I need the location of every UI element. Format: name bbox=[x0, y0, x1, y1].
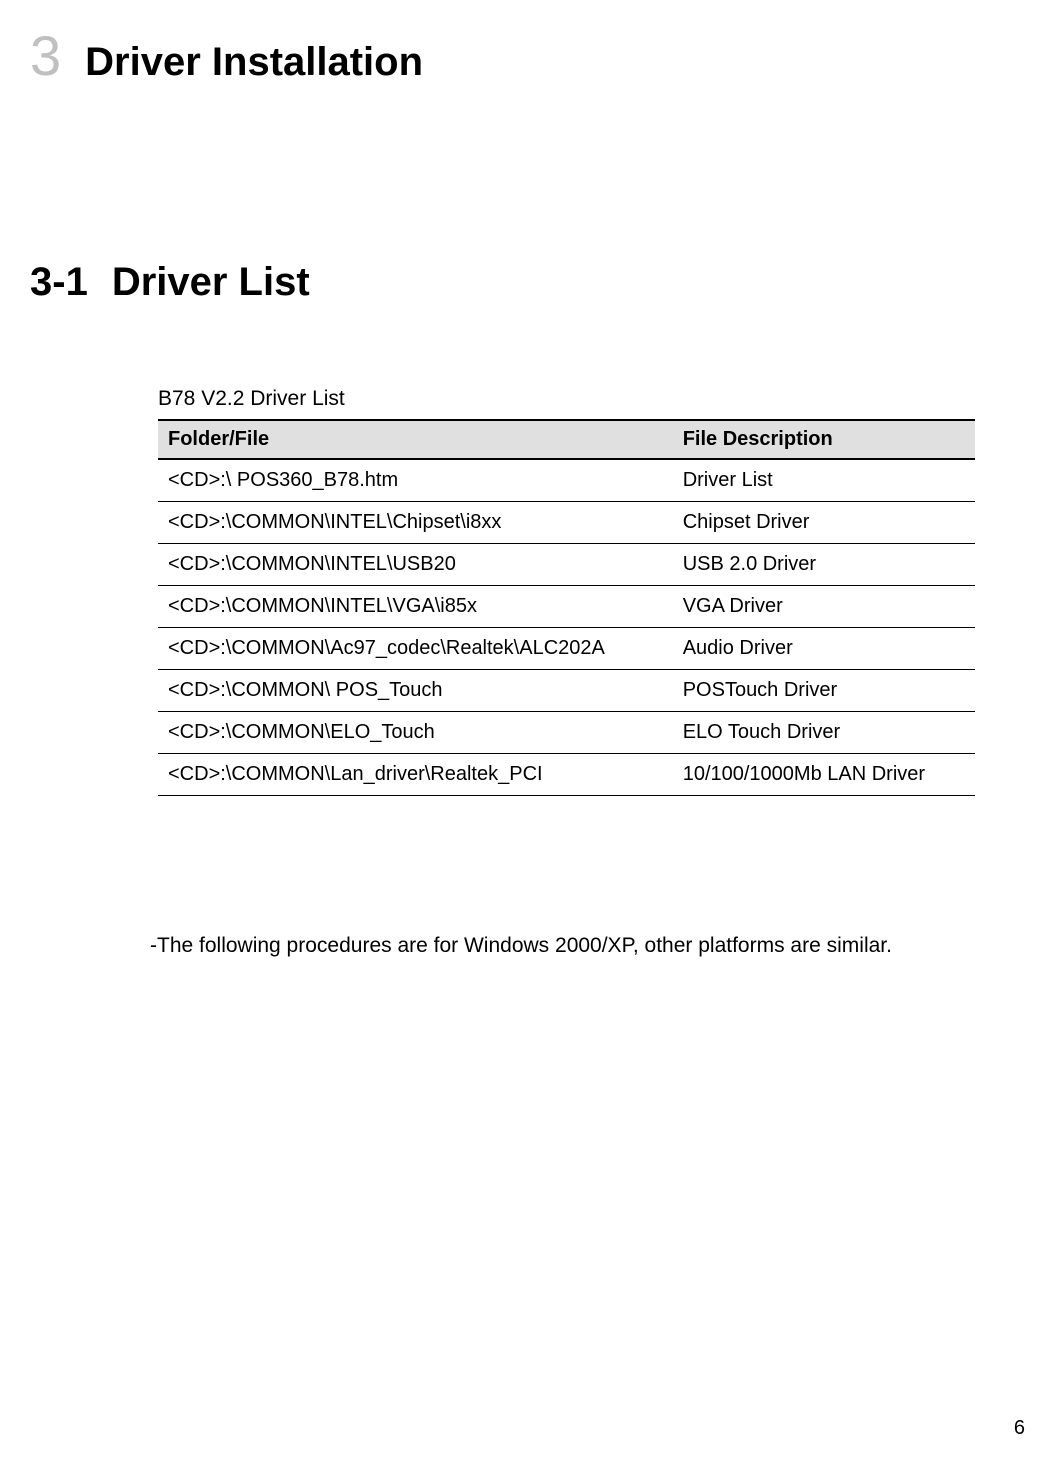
table-cell-description: Driver List bbox=[673, 459, 975, 502]
table-row: <CD>:\COMMON\ POS_Touch POSTouch Driver bbox=[158, 670, 975, 712]
table-caption: B78 V2.2 Driver List bbox=[158, 387, 975, 411]
chapter-header: 3 Driver Installation bbox=[0, 0, 1055, 85]
table-cell-description: 10/100/1000Mb LAN Driver bbox=[673, 754, 975, 796]
table-header-row: Folder/File File Description bbox=[158, 420, 975, 459]
table-row: <CD>:\COMMON\INTEL\Chipset\i8xx Chipset … bbox=[158, 502, 975, 544]
driver-table: Folder/File File Description <CD>:\ POS3… bbox=[158, 419, 975, 796]
table-cell-description: POSTouch Driver bbox=[673, 670, 975, 712]
table-cell-folder: <CD>:\COMMON\Lan_driver\Realtek_PCI bbox=[158, 754, 673, 796]
section-number: 3-1 bbox=[30, 260, 88, 305]
table-header-folder: Folder/File bbox=[158, 420, 673, 459]
section-title: Driver List bbox=[112, 260, 310, 305]
chapter-title: Driver Installation bbox=[85, 40, 423, 85]
table-row: <CD>:\ POS360_B78.htm Driver List bbox=[158, 459, 975, 502]
table-cell-folder: <CD>:\COMMON\INTEL\USB20 bbox=[158, 544, 673, 586]
note-text: -The following procedures are for Window… bbox=[0, 934, 1055, 958]
table-cell-folder: <CD>:\COMMON\ POS_Touch bbox=[158, 670, 673, 712]
table-cell-folder: <CD>:\COMMON\ELO_Touch bbox=[158, 712, 673, 754]
table-row: <CD>:\COMMON\ELO_Touch ELO Touch Driver bbox=[158, 712, 975, 754]
table-cell-folder: <CD>:\COMMON\INTEL\VGA\i85x bbox=[158, 586, 673, 628]
table-cell-description: VGA Driver bbox=[673, 586, 975, 628]
table-row: <CD>:\COMMON\INTEL\VGA\i85x VGA Driver bbox=[158, 586, 975, 628]
table-row: <CD>:\COMMON\Lan_driver\Realtek_PCI 10/1… bbox=[158, 754, 975, 796]
table-cell-folder: <CD>:\COMMON\INTEL\Chipset\i8xx bbox=[158, 502, 673, 544]
content-area: B78 V2.2 Driver List Folder/File File De… bbox=[0, 387, 1055, 796]
table-cell-description: USB 2.0 Driver bbox=[673, 544, 975, 586]
table-cell-description: ELO Touch Driver bbox=[673, 712, 975, 754]
section-header: 3-1 Driver List bbox=[0, 260, 1055, 305]
table-header-description: File Description bbox=[673, 420, 975, 459]
chapter-number: 3 bbox=[30, 28, 61, 84]
table-cell-folder: <CD>:\COMMON\Ac97_codec\Realtek\ALC202A bbox=[158, 628, 673, 670]
table-cell-description: Audio Driver bbox=[673, 628, 975, 670]
table-row: <CD>:\COMMON\Ac97_codec\Realtek\ALC202A … bbox=[158, 628, 975, 670]
table-cell-folder: <CD>:\ POS360_B78.htm bbox=[158, 459, 673, 502]
page-number: 6 bbox=[1014, 1417, 1025, 1440]
table-row: <CD>:\COMMON\INTEL\USB20 USB 2.0 Driver bbox=[158, 544, 975, 586]
table-cell-description: Chipset Driver bbox=[673, 502, 975, 544]
